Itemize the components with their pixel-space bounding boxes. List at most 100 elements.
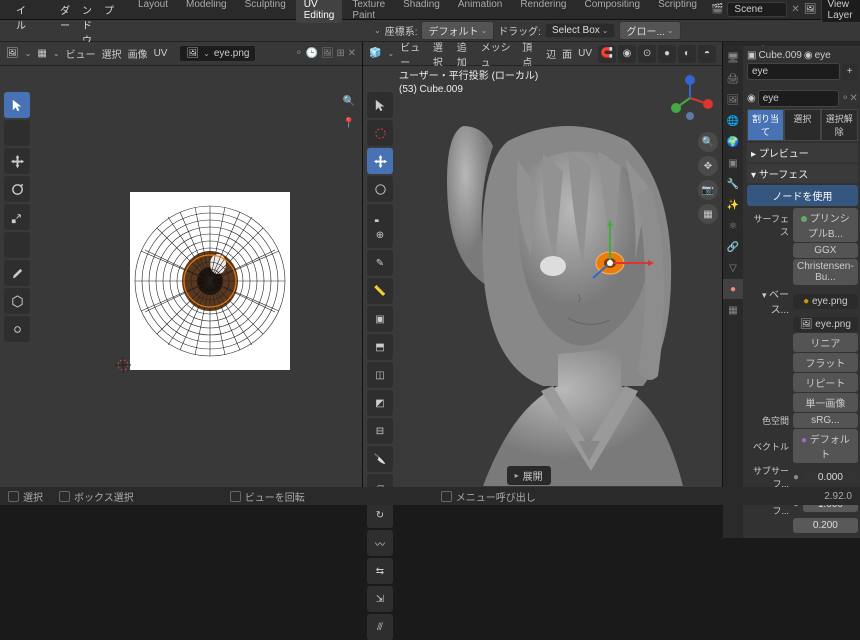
- addcube-tool[interactable]: ▣: [367, 306, 393, 332]
- v3d-vert[interactable]: 頂点: [522, 39, 540, 69]
- tab-uvediting[interactable]: UV Editing: [296, 0, 343, 23]
- move-tool[interactable]: [4, 148, 30, 174]
- ptab-particle[interactable]: ✨: [723, 195, 743, 215]
- tab-sculpting[interactable]: Sculpting: [237, 0, 294, 23]
- select-tool[interactable]: [367, 92, 393, 118]
- scene-name-field[interactable]: Scene: [727, 2, 787, 17]
- persp-btn[interactable]: ▦: [698, 204, 718, 224]
- tab-modeling[interactable]: Modeling: [178, 0, 235, 23]
- proj-dd[interactable]: フラット: [793, 353, 858, 372]
- menu-render[interactable]: レンダー: [60, 0, 70, 47]
- extrude-tool[interactable]: ⬒: [367, 334, 393, 360]
- knife-tool[interactable]: 🔪: [367, 446, 393, 472]
- pencil-tool[interactable]: [4, 260, 30, 286]
- rip-tool[interactable]: ⫻: [367, 614, 393, 640]
- subsurf3-val[interactable]: 0.200: [793, 518, 858, 533]
- cursor-tool[interactable]: [4, 92, 30, 118]
- tab-texpaint[interactable]: Texture Paint: [344, 0, 393, 23]
- ptab-physics[interactable]: ⚛: [723, 216, 743, 236]
- menu-help[interactable]: ヘルプ: [104, 0, 114, 47]
- snap-icon[interactable]: 🧲: [598, 45, 616, 63]
- ptab-world[interactable]: 🌍: [723, 132, 743, 152]
- annotate3d-tool[interactable]: ✎: [367, 250, 393, 276]
- move3d-tool[interactable]: [367, 148, 393, 174]
- scale-tool[interactable]: [4, 204, 30, 230]
- slot-add[interactable]: +: [842, 64, 858, 80]
- inset-tool[interactable]: ◫: [367, 362, 393, 388]
- subsurf1-val[interactable]: 0.000: [803, 470, 858, 485]
- nav-gizmo[interactable]: [666, 74, 714, 122]
- zoom-icon[interactable]: 🔍: [340, 92, 358, 110]
- pin-icon[interactable]: 📍: [340, 114, 358, 132]
- use-nodes-button[interactable]: ノードを使用: [747, 185, 858, 206]
- uv-menu-image[interactable]: 画像: [128, 46, 148, 61]
- panel-preview[interactable]: ▸ プレビュー: [747, 143, 858, 162]
- camera-btn[interactable]: 📷: [698, 180, 718, 200]
- ext-dd[interactable]: リピート: [793, 373, 858, 392]
- measure-tool[interactable]: 📏: [367, 278, 393, 304]
- tab-select[interactable]: 選択: [784, 109, 821, 141]
- move-view-btn[interactable]: ✥: [698, 156, 718, 176]
- editor3d-icon[interactable]: 🧊: [369, 48, 381, 59]
- menu-file[interactable]: ファイル: [16, 0, 26, 47]
- cube-tool[interactable]: [4, 288, 30, 314]
- spin-tool[interactable]: ↻: [367, 502, 393, 528]
- tab-layout[interactable]: Layout: [130, 0, 176, 23]
- uv-menu-uv[interactable]: UV: [154, 48, 168, 59]
- interp-dd[interactable]: リニア: [793, 333, 858, 352]
- smooth-tool[interactable]: 〰: [367, 530, 393, 556]
- menu-edit[interactable]: 編集: [38, 0, 48, 47]
- surface-shader[interactable]: プリンシプルB...: [793, 208, 858, 242]
- orient-mode[interactable]: デフォルト⌄: [421, 21, 494, 40]
- menu-window[interactable]: ウィンドウ: [82, 0, 92, 47]
- tab-scripting[interactable]: Scripting: [650, 0, 705, 23]
- uv-mode-button[interactable]: ▦: [37, 48, 46, 59]
- mat-ops[interactable]: ⚬✕: [841, 93, 858, 104]
- ggx-dd[interactable]: GGX: [793, 243, 858, 258]
- v3d-mesh[interactable]: メッシュ: [481, 39, 517, 69]
- ptab-scene[interactable]: 🌐: [723, 111, 743, 131]
- link-tool[interactable]: [4, 316, 30, 342]
- cs-dd[interactable]: sRG...: [793, 413, 858, 428]
- ptab-output[interactable]: 🖨: [723, 69, 743, 89]
- shading-solid-icon[interactable]: ●: [658, 45, 676, 63]
- ptab-view[interactable]: 🖼: [723, 90, 743, 110]
- vec-dd[interactable]: ● デフォルト: [793, 429, 858, 463]
- ptab-texture[interactable]: ▦: [723, 300, 743, 320]
- uv-image-canvas[interactable]: [130, 192, 290, 370]
- tab-rendering[interactable]: Rendering: [512, 0, 574, 23]
- panel-surface[interactable]: ▾ サーフェス: [747, 164, 858, 183]
- ptab-modifier[interactable]: 🔧: [723, 174, 743, 194]
- tex-file[interactable]: 🖼 eye.png: [793, 317, 858, 332]
- cursor3d-tool[interactable]: [367, 120, 393, 146]
- drag-mode[interactable]: Select Box⌄: [545, 23, 616, 38]
- scene-x-icon[interactable]: ✕: [791, 4, 799, 15]
- tab-compositing[interactable]: Compositing: [576, 0, 648, 23]
- v3d-uv[interactable]: UV: [578, 48, 592, 59]
- rotate-tool[interactable]: [4, 176, 30, 202]
- tab-animation[interactable]: Animation: [450, 0, 510, 23]
- bevel-tool[interactable]: ◩: [367, 390, 393, 416]
- ptab-render[interactable]: 🖥: [723, 48, 743, 68]
- uv-menu-select[interactable]: 選択: [102, 46, 122, 61]
- material-name-field[interactable]: eye: [758, 90, 839, 107]
- v3d-select[interactable]: 選択: [433, 39, 451, 69]
- global-dd[interactable]: グロー...⌄: [619, 21, 680, 40]
- transform3d-tool[interactable]: ⊕: [367, 222, 393, 248]
- uv-menu-view[interactable]: ビュー: [66, 46, 96, 61]
- shading-rendered-icon[interactable]: ◓: [698, 45, 716, 63]
- shading-wire-icon[interactable]: ⊙: [638, 45, 656, 63]
- annotate-tool[interactable]: [4, 120, 30, 146]
- v3d-face[interactable]: 面: [562, 46, 572, 61]
- expand-operator[interactable]: ▸展開: [507, 466, 551, 485]
- slide-tool[interactable]: ⇆: [367, 558, 393, 584]
- viewlayer-field[interactable]: View Layer: [821, 0, 860, 23]
- src-dd[interactable]: 単一画像: [793, 393, 858, 412]
- tab-assign[interactable]: 割り当て: [747, 109, 784, 141]
- ptab-object[interactable]: ▣: [723, 153, 743, 173]
- tab-shading[interactable]: Shading: [395, 0, 448, 23]
- overlay-toggle-icon[interactable]: ◉: [618, 45, 636, 63]
- editor-type-icon[interactable]: 🖼: [6, 48, 19, 59]
- tab-deselect[interactable]: 選択解除: [821, 109, 858, 141]
- v3d-edge[interactable]: 辺: [546, 46, 556, 61]
